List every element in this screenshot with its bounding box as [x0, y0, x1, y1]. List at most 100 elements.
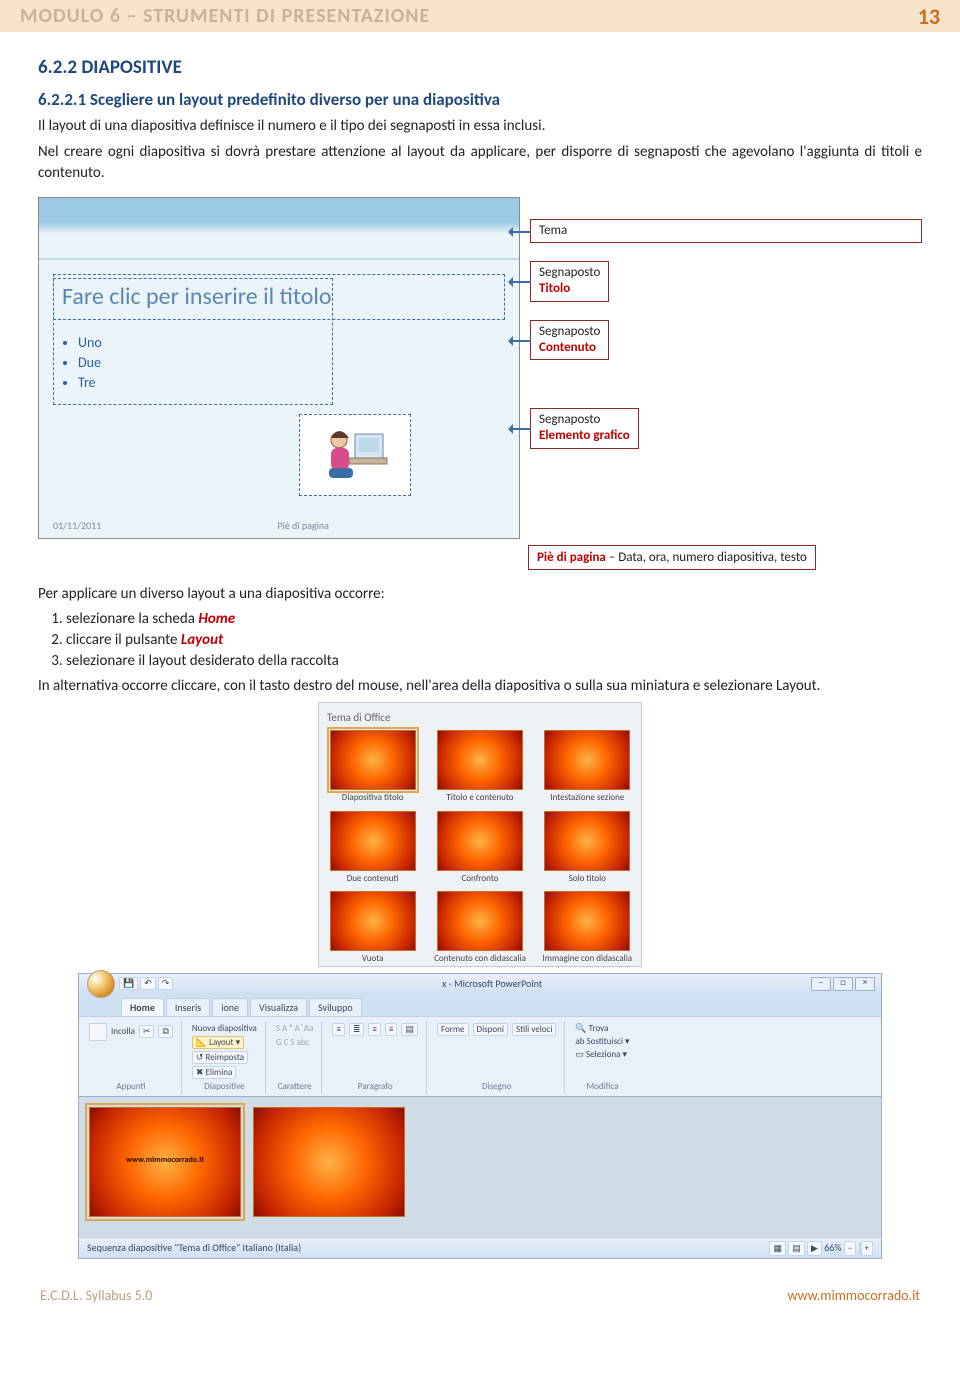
font-size-controls[interactable]: S A ᴬ A ͮ Aa	[276, 1023, 314, 1034]
clipart-person-icon	[319, 424, 391, 486]
slide-footer-text: Piè di pagina	[277, 519, 329, 532]
footer-right: www.mimmocorrado.it	[788, 1287, 920, 1304]
window-title: x - Microsoft PowerPoint	[442, 977, 542, 990]
find-button[interactable]: 🔍 Trova	[575, 1023, 608, 1034]
layout-option[interactable]: Contenuto con didascalia	[432, 891, 527, 963]
step-1: selezionare la scheda Home	[66, 610, 922, 628]
cut-icon[interactable]: ✂	[139, 1025, 155, 1038]
tab-animation[interactable]: ione	[212, 998, 248, 1016]
replace-button[interactable]: ab Sostituisci ▾	[575, 1036, 629, 1047]
maximize-button[interactable]: □	[833, 977, 853, 991]
font-style-controls[interactable]: G C S abc	[276, 1037, 310, 1048]
group-editing: 🔍 Trova ab Sostituisci ▾ ▭ Seleziona ▾ M…	[571, 1021, 637, 1094]
slide-thumbnail[interactable]: www.mimmocorrado.it	[89, 1107, 241, 1217]
save-icon[interactable]: 💾	[119, 977, 138, 990]
copy-icon[interactable]: ⧉	[158, 1025, 172, 1038]
layout-option[interactable]: Solo titolo	[540, 811, 635, 883]
status-right: ▦ ▤ ▶ 66% − +	[769, 1241, 873, 1254]
tab-home[interactable]: Home	[121, 998, 164, 1016]
align-left-icon[interactable]: ≡	[368, 1023, 380, 1036]
ribbon: Incolla ✂ ⧉ Appunti Nuova diapositiva 📐 …	[79, 1016, 881, 1097]
content-placeholder: Uno Due Tre	[53, 278, 333, 405]
graphic-placeholder	[299, 414, 411, 496]
slide-sorter-area: www.mimmocorrado.it	[79, 1097, 881, 1237]
window-titlebar: 💾 ↶ ↷ x - Microsoft PowerPoint – □ ×	[79, 974, 881, 994]
zoom-out-button[interactable]: −	[844, 1241, 856, 1256]
slide-preview: Fare clic per inserire il titolo Uno Due…	[38, 197, 520, 539]
quick-access-toolbar: 💾 ↶ ↷	[85, 968, 173, 1000]
layout-option[interactable]: Intestazione sezione	[540, 730, 635, 802]
section-heading: 6.2.2 DIAPOSITIVE	[38, 56, 922, 79]
office-button[interactable]	[87, 970, 115, 998]
step-3: selezionare il layout desiderato della r…	[66, 652, 922, 670]
reset-button[interactable]: ↺ Reimposta	[192, 1051, 248, 1064]
layout-option[interactable]: Confronto	[432, 811, 527, 883]
zoom-in-button[interactable]: +	[861, 1241, 873, 1256]
view-sorter-icon[interactable]: ▤	[788, 1241, 805, 1256]
minimize-button[interactable]: –	[811, 977, 831, 991]
view-normal-icon[interactable]: ▦	[769, 1241, 786, 1256]
slide-footer: 01/11/2011 Piè di pagina	[53, 519, 505, 532]
close-button[interactable]: ×	[855, 977, 875, 991]
bullet-item: Uno	[78, 334, 324, 351]
window-buttons: – □ ×	[811, 977, 875, 991]
align-center-icon[interactable]: ≡	[385, 1023, 397, 1036]
layout-option[interactable]: Vuota	[325, 891, 420, 963]
tab-insert[interactable]: Inseris	[166, 998, 210, 1016]
shapes-button[interactable]: Forme	[437, 1023, 469, 1036]
layout-button[interactable]: 📐 Layout ▾	[192, 1036, 244, 1049]
page-number: 13	[918, 3, 940, 30]
numbering-icon[interactable]: ≣	[349, 1023, 365, 1036]
paragraph-alternative: In alternativa occorre cliccare, con il …	[38, 676, 922, 696]
callout-contenuto: SegnapostoContenuto	[530, 320, 609, 361]
tab-view[interactable]: Visualizza	[250, 998, 307, 1016]
slide-theme-bg	[39, 198, 519, 260]
step-2: cliccare il pulsante Layout	[66, 631, 922, 649]
group-font: S A ᴬ A ͮ Aa G C S abc Carattere	[272, 1021, 323, 1094]
paste-button[interactable]: Incolla	[111, 1026, 135, 1037]
zoom-value: 66%	[824, 1241, 841, 1254]
layout-option[interactable]: Diapositiva titolo	[325, 730, 420, 802]
figure-slide-anatomy: Fare clic per inserire il titolo Uno Due…	[38, 197, 922, 539]
callout-grafico: SegnapostoElemento grafico	[530, 408, 639, 449]
redo-icon[interactable]: ↷	[158, 977, 174, 990]
paragraph-intro-2: Nel creare ogni diapositiva si dovrà pre…	[38, 142, 922, 183]
bullet-item: Due	[78, 354, 324, 371]
new-slide-button[interactable]: Nuova diapositiva	[192, 1023, 257, 1034]
columns-icon[interactable]: ▤	[401, 1023, 418, 1036]
view-slideshow-icon[interactable]: ▶	[807, 1241, 822, 1256]
steps-list: selezionare la scheda Home cliccare il p…	[66, 610, 922, 670]
arrange-button[interactable]: Disponi	[473, 1023, 508, 1036]
status-left: Sequenza diapositive "Tema di Office" It…	[87, 1241, 301, 1254]
group-paragraph: ≡ ≣ ≡ ≡ ▤ Paragrafo	[328, 1021, 427, 1094]
quick-styles-button[interactable]: Stili veloci	[512, 1023, 556, 1036]
callout-footer-row: Piè di pagina – Data, ora, numero diapos…	[38, 545, 922, 570]
module-title: MODULO 6 – STRUMENTI DI PRESENTAZIONE	[20, 4, 430, 28]
paste-icon[interactable]	[89, 1023, 107, 1041]
page-content: 6.2.2 DIAPOSITIVE 6.2.2.1 Scegliere un l…	[0, 32, 960, 1259]
paragraph-intro-1: Il layout di una diapositiva definisce i…	[38, 116, 922, 136]
layout-option[interactable]: Titolo e contenuto	[432, 730, 527, 802]
delete-button[interactable]: ✖ Elimina	[192, 1066, 236, 1079]
callout-titolo: SegnapostoTitolo	[530, 261, 609, 302]
layout-option[interactable]: Immagine con didascalia	[540, 891, 635, 963]
group-clipboard: Incolla ✂ ⧉ Appunti	[85, 1021, 182, 1094]
slide-thumbnail[interactable]	[253, 1107, 405, 1217]
page-footer: E.C.D.L. Syllabus 5.0 www.mimmocorrado.i…	[0, 1259, 960, 1320]
powerpoint-window: 💾 ↶ ↷ x - Microsoft PowerPoint – □ × Hom…	[78, 973, 882, 1259]
layout-option[interactable]: Due contenuti	[325, 811, 420, 883]
slide-date: 01/11/2011	[53, 519, 101, 532]
tab-developer[interactable]: Sviluppo	[309, 998, 362, 1016]
page-header: MODULO 6 – STRUMENTI DI PRESENTAZIONE 13	[0, 0, 960, 32]
callout-pie-di-pagina: Piè di pagina – Data, ora, numero diapos…	[528, 545, 816, 570]
footer-left: E.C.D.L. Syllabus 5.0	[40, 1287, 152, 1304]
select-button[interactable]: ▭ Seleziona ▾	[575, 1049, 627, 1060]
ribbon-tabs: Home Inseris ione Visualizza Sviluppo	[79, 994, 881, 1016]
bullet-item: Tre	[78, 374, 324, 391]
group-drawing: Forme Disponi Stili veloci Disegno	[433, 1021, 565, 1094]
callout-tema: Tema	[530, 219, 922, 243]
group-slides: Nuova diapositiva 📐 Layout ▾ ↺ Reimposta…	[188, 1021, 266, 1094]
paragraph-steps-intro: Per applicare un diverso layout a una di…	[38, 584, 922, 604]
bullets-icon[interactable]: ≡	[332, 1023, 344, 1036]
undo-icon[interactable]: ↶	[140, 977, 156, 990]
